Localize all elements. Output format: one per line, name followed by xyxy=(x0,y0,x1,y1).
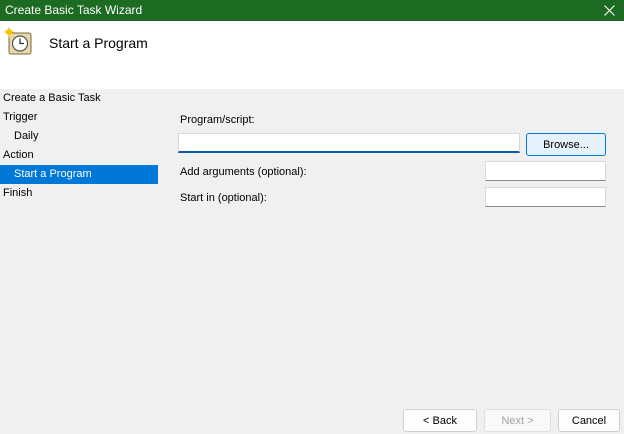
cancel-button[interactable]: Cancel xyxy=(558,409,620,432)
next-button-label: Next > xyxy=(501,414,534,427)
program-script-label: Program/script: xyxy=(180,114,255,126)
step-label: Create a Basic Task xyxy=(3,92,101,104)
arguments-input[interactable] xyxy=(485,161,606,181)
browse-button-label: Browse... xyxy=(543,138,589,151)
step-label: Daily xyxy=(14,130,39,142)
next-button[interactable]: Next > xyxy=(484,409,551,432)
step-daily[interactable]: Daily xyxy=(0,127,158,146)
step-label: Action xyxy=(3,149,34,161)
window-title: Create Basic Task Wizard xyxy=(5,3,143,17)
task-clock-icon xyxy=(3,26,32,55)
start-in-label: Start in (optional): xyxy=(180,192,267,204)
arguments-label: Add arguments (optional): xyxy=(180,166,307,178)
start-in-input[interactable] xyxy=(485,187,606,207)
cancel-button-label: Cancel xyxy=(571,414,607,427)
back-button-label: < Back xyxy=(423,414,457,427)
close-icon xyxy=(603,5,615,16)
step-label: Trigger xyxy=(3,111,38,123)
back-button[interactable]: < Back xyxy=(403,409,477,432)
step-action[interactable]: Action xyxy=(0,146,158,165)
step-label: Finish xyxy=(3,187,33,199)
step-finish[interactable]: Finish xyxy=(0,184,158,203)
step-create-basic-task[interactable]: Create a Basic Task xyxy=(0,89,158,108)
title-bar: Create Basic Task Wizard xyxy=(0,0,624,21)
page-title: Start a Program xyxy=(49,35,148,51)
program-script-input[interactable] xyxy=(178,133,520,153)
step-start-a-program[interactable]: Start a Program xyxy=(0,165,158,184)
step-trigger[interactable]: Trigger xyxy=(0,108,158,127)
wizard-steps-sidebar: Create a Basic Task Trigger Daily Action… xyxy=(0,89,158,203)
browse-button[interactable]: Browse... xyxy=(526,133,606,156)
close-button[interactable] xyxy=(594,0,624,21)
step-label: Start a Program xyxy=(14,168,92,180)
wizard-header: Start a Program xyxy=(0,21,624,89)
